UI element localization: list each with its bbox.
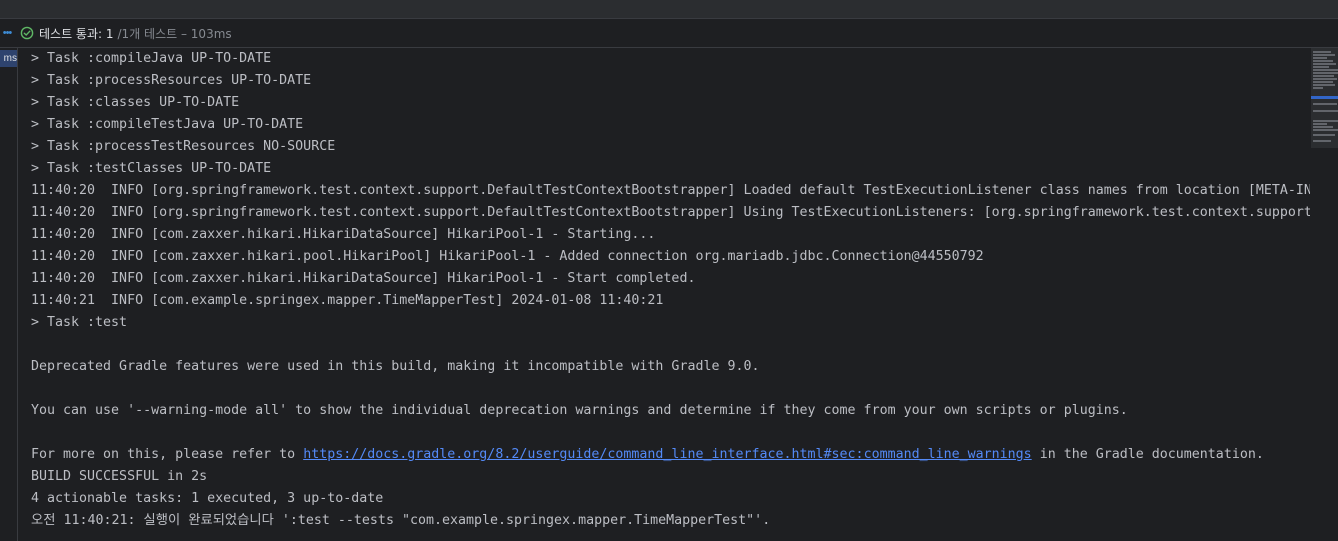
console-line: > Task :classes UP-TO-DATE [31,95,240,110]
minimap-line [1313,75,1334,77]
build-result-line: BUILD SUCCESSFUL in 2s [31,469,208,484]
title-strip [0,0,1338,19]
minimap-line [1313,51,1331,53]
minimap-line [1313,78,1337,80]
minimap-viewport-marker [1311,96,1338,99]
console-line: You can use '--warning-mode all' to show… [31,403,1128,418]
console-line: > Task :test [31,315,128,330]
console-line: 11:40:20 INFO [com.zaxxer.hikari.pool.Hi… [31,249,984,264]
test-duration-badge[interactable]: ms [0,50,17,67]
run-tool-window: ••• 테스트 통과: 1 /1개 테스트 – 103ms ms > Task … [0,0,1338,541]
run-finished-line: 오전 11:40:21: 실행이 완료되었습니다 ':test --tests … [31,513,771,528]
minimap-line [1313,134,1335,136]
console-line: 11:40:21 INFO [com.example.springex.mapp… [31,293,664,308]
console-output[interactable]: > Task :compileJava UP-TO-DATE > Task :p… [18,48,1310,541]
minimap-line [1313,140,1331,142]
minimap-line [1313,54,1335,56]
minimap-line [1313,57,1327,59]
console-line: 11:40:20 INFO [org.springframework.test.… [31,183,1310,198]
console-minimap[interactable] [1311,48,1338,148]
console-line: 11:40:20 INFO [org.springframework.test.… [31,205,1310,220]
console-line: Deprecated Gradle features were used in … [31,359,760,374]
test-summary-label: /1개 테스트 – 103ms [117,26,232,41]
minimap-line [1313,123,1327,125]
minimap-line [1313,126,1333,128]
minimap-line [1313,120,1338,122]
minimap-line [1313,69,1338,71]
minimap-line [1313,72,1338,74]
console-line-refer: For more on this, please refer to https:… [31,444,1264,466]
minimap-line [1313,129,1338,131]
console-line: > Task :compileJava UP-TO-DATE [31,51,272,66]
more-horizontal-icon[interactable]: ••• [0,19,14,47]
console-line: 11:40:20 INFO [com.zaxxer.hikari.HikariD… [31,227,656,242]
minimap-line [1313,84,1335,86]
console-line: > Task :processResources UP-TO-DATE [31,73,312,88]
console-line: > Task :processTestResources NO-SOURCE [31,139,336,154]
minimap-line [1313,63,1336,65]
console-line: 11:40:20 INFO [com.zaxxer.hikari.HikariD… [31,271,696,286]
minimap-line [1313,110,1338,112]
test-tree-gutter: ms [0,48,18,541]
test-status-label: 테스트 통과: 1 [39,26,114,41]
minimap-line [1313,60,1333,62]
minimap-line [1313,66,1329,68]
minimap-line [1313,87,1323,89]
refer-suffix: in the Gradle documentation. [1031,447,1264,462]
refer-prefix: For more on this, please refer to [31,447,304,462]
gradle-docs-link[interactable]: https://docs.gradle.org/8.2/userguide/co… [303,447,1032,462]
console-line: > Task :testClasses UP-TO-DATE [31,161,272,176]
check-circle-icon [20,26,34,40]
test-status-bar: ••• 테스트 통과: 1 /1개 테스트 – 103ms [0,19,1338,48]
task-summary-line: 4 actionable tasks: 1 executed, 3 up-to-… [31,491,384,506]
minimap-line [1313,81,1333,83]
minimap-line [1313,103,1337,105]
console-line: > Task :compileTestJava UP-TO-DATE [31,117,304,132]
